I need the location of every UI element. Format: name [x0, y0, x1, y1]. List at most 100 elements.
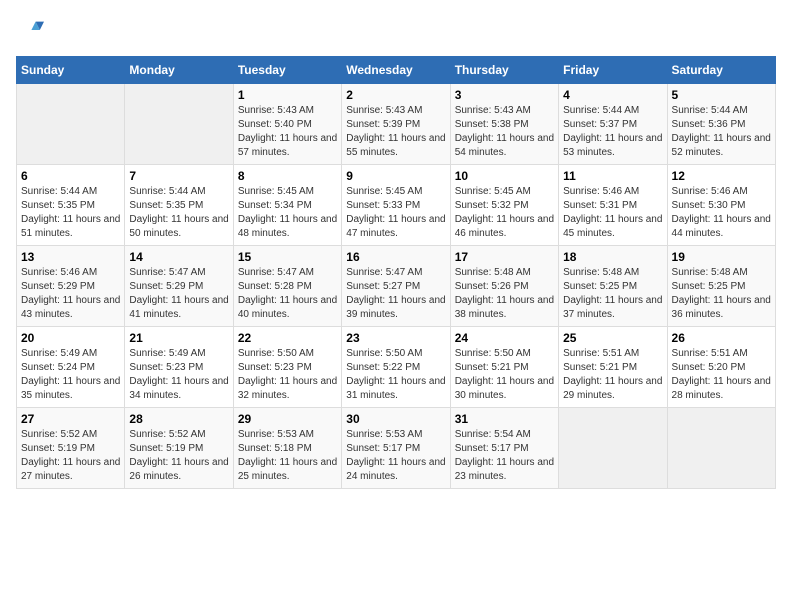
day-number: 14 [129, 250, 228, 264]
calendar-cell: 16 Sunrise: 5:47 AMSunset: 5:27 PMDayligh… [342, 246, 450, 327]
day-info: Sunrise: 5:48 AMSunset: 5:26 PMDaylight:… [455, 266, 554, 322]
day-info: Sunrise: 5:43 AMSunset: 5:39 PMDaylight:… [346, 104, 445, 160]
weekday-header-wednesday: Wednesday [342, 57, 450, 84]
day-number: 8 [238, 169, 337, 183]
calendar-cell: 24 Sunrise: 5:50 AMSunset: 5:21 PMDayligh… [450, 327, 558, 408]
day-number: 24 [455, 331, 554, 345]
day-number: 21 [129, 331, 228, 345]
day-number: 10 [455, 169, 554, 183]
day-info: Sunrise: 5:51 AMSunset: 5:20 PMDaylight:… [672, 347, 771, 403]
day-info: Sunrise: 5:48 AMSunset: 5:25 PMDaylight:… [563, 266, 662, 322]
day-info: Sunrise: 5:48 AMSunset: 5:25 PMDaylight:… [672, 266, 771, 322]
logo [16, 16, 48, 44]
calendar-cell: 4 Sunrise: 5:44 AMSunset: 5:37 PMDaylight… [559, 84, 667, 165]
day-info: Sunrise: 5:44 AMSunset: 5:37 PMDaylight:… [563, 104, 662, 160]
day-number: 12 [672, 169, 771, 183]
day-info: Sunrise: 5:45 AMSunset: 5:32 PMDaylight:… [455, 185, 554, 241]
day-number: 23 [346, 331, 445, 345]
day-info: Sunrise: 5:54 AMSunset: 5:17 PMDaylight:… [455, 428, 554, 484]
day-number: 18 [563, 250, 662, 264]
day-info: Sunrise: 5:45 AMSunset: 5:33 PMDaylight:… [346, 185, 445, 241]
day-number: 7 [129, 169, 228, 183]
calendar-cell: 26 Sunrise: 5:51 AMSunset: 5:20 PMDayligh… [667, 327, 775, 408]
calendar-cell: 14 Sunrise: 5:47 AMSunset: 5:29 PMDayligh… [125, 246, 233, 327]
calendar-cell: 13Sunrise: 5:46 AMSunset: 5:29 PMDayligh… [17, 246, 125, 327]
calendar-cell: 28Sunrise: 5:52 AMSunset: 5:19 PMDayligh… [125, 408, 233, 489]
day-number: 27 [21, 412, 120, 426]
day-info: Sunrise: 5:53 AMSunset: 5:17 PMDaylight:… [346, 428, 445, 484]
day-number: 3 [455, 88, 554, 102]
calendar-cell [125, 84, 233, 165]
day-number: 25 [563, 331, 662, 345]
calendar-cell: 21 Sunrise: 5:49 AMSunset: 5:23 PMDayligh… [125, 327, 233, 408]
calendar-week-row: 1 Sunrise: 5:43 AMSunset: 5:40 PMDaylight… [17, 84, 776, 165]
day-number: 15 [238, 250, 337, 264]
day-info: Sunrise: 5:46 AMSunset: 5:31 PMDaylight:… [563, 185, 662, 241]
weekday-header-sunday: Sunday [17, 57, 125, 84]
day-info: Sunrise: 5:49 AMSunset: 5:24 PMDaylight:… [21, 347, 120, 403]
calendar-cell: 20 Sunrise: 5:49 AMSunset: 5:24 PMDayligh… [17, 327, 125, 408]
calendar-cell: 12 Sunrise: 5:46 AMSunset: 5:30 PMDayligh… [667, 165, 775, 246]
day-number: 6 [21, 169, 120, 183]
day-info: Sunrise: 5:49 AMSunset: 5:23 PMDaylight:… [129, 347, 228, 403]
day-number: 17 [455, 250, 554, 264]
day-info: Sunrise: 5:47 AMSunset: 5:28 PMDaylight:… [238, 266, 337, 322]
day-info: Sunrise: 5:43 AMSunset: 5:38 PMDaylight:… [455, 104, 554, 160]
calendar-cell: 5 Sunrise: 5:44 AMSunset: 5:36 PMDaylight… [667, 84, 775, 165]
weekday-header-thursday: Thursday [450, 57, 558, 84]
page-header [16, 16, 776, 44]
day-info: Sunrise: 5:45 AMSunset: 5:34 PMDaylight:… [238, 185, 337, 241]
weekday-header-tuesday: Tuesday [233, 57, 341, 84]
calendar-header-row: SundayMondayTuesdayWednesdayThursdayFrid… [17, 57, 776, 84]
calendar-cell: 27 Sunrise: 5:52 AMSunset: 5:19 PMDayligh… [17, 408, 125, 489]
calendar-cell: 23Sunrise: 5:50 AMSunset: 5:22 PMDayligh… [342, 327, 450, 408]
day-number: 9 [346, 169, 445, 183]
calendar-week-row: 27 Sunrise: 5:52 AMSunset: 5:19 PMDayligh… [17, 408, 776, 489]
day-number: 4 [563, 88, 662, 102]
calendar-cell: 25 Sunrise: 5:51 AMSunset: 5:21 PMDayligh… [559, 327, 667, 408]
day-number: 20 [21, 331, 120, 345]
day-number: 19 [672, 250, 771, 264]
logo-icon [16, 16, 44, 44]
calendar-cell [559, 408, 667, 489]
day-info: Sunrise: 5:50 AMSunset: 5:23 PMDaylight:… [238, 347, 337, 403]
day-number: 1 [238, 88, 337, 102]
calendar-cell: 18 Sunrise: 5:48 AMSunset: 5:25 PMDayligh… [559, 246, 667, 327]
calendar-cell: 31 Sunrise: 5:54 AMSunset: 5:17 PMDayligh… [450, 408, 558, 489]
day-info: Sunrise: 5:47 AMSunset: 5:27 PMDaylight:… [346, 266, 445, 322]
day-number: 28 [129, 412, 228, 426]
day-info: Sunrise: 5:51 AMSunset: 5:21 PMDaylight:… [563, 347, 662, 403]
calendar-cell: 30Sunrise: 5:53 AMSunset: 5:17 PMDayligh… [342, 408, 450, 489]
day-number: 16 [346, 250, 445, 264]
day-number: 29 [238, 412, 337, 426]
day-info: Sunrise: 5:43 AMSunset: 5:40 PMDaylight:… [238, 104, 337, 160]
calendar-week-row: 20 Sunrise: 5:49 AMSunset: 5:24 PMDayligh… [17, 327, 776, 408]
calendar-week-row: 13Sunrise: 5:46 AMSunset: 5:29 PMDayligh… [17, 246, 776, 327]
calendar-cell: 10 Sunrise: 5:45 AMSunset: 5:32 PMDayligh… [450, 165, 558, 246]
weekday-header-saturday: Saturday [667, 57, 775, 84]
day-number: 22 [238, 331, 337, 345]
calendar-table: SundayMondayTuesdayWednesdayThursdayFrid… [16, 56, 776, 489]
day-info: Sunrise: 5:52 AMSunset: 5:19 PMDaylight:… [21, 428, 120, 484]
day-number: 31 [455, 412, 554, 426]
day-info: Sunrise: 5:46 AMSunset: 5:29 PMDaylight:… [21, 266, 120, 322]
calendar-week-row: 6 Sunrise: 5:44 AMSunset: 5:35 PMDaylight… [17, 165, 776, 246]
day-info: Sunrise: 5:44 AMSunset: 5:36 PMDaylight:… [672, 104, 771, 160]
day-number: 26 [672, 331, 771, 345]
day-info: Sunrise: 5:50 AMSunset: 5:21 PMDaylight:… [455, 347, 554, 403]
weekday-header-friday: Friday [559, 57, 667, 84]
calendar-cell [17, 84, 125, 165]
day-number: 5 [672, 88, 771, 102]
day-info: Sunrise: 5:53 AMSunset: 5:18 PMDaylight:… [238, 428, 337, 484]
calendar-cell: 3 Sunrise: 5:43 AMSunset: 5:38 PMDaylight… [450, 84, 558, 165]
calendar-cell: 19 Sunrise: 5:48 AMSunset: 5:25 PMDayligh… [667, 246, 775, 327]
calendar-cell: 1 Sunrise: 5:43 AMSunset: 5:40 PMDaylight… [233, 84, 341, 165]
calendar-cell: 9 Sunrise: 5:45 AMSunset: 5:33 PMDaylight… [342, 165, 450, 246]
calendar-cell: 2 Sunrise: 5:43 AMSunset: 5:39 PMDaylight… [342, 84, 450, 165]
day-info: Sunrise: 5:44 AMSunset: 5:35 PMDaylight:… [129, 185, 228, 241]
calendar-cell: 17 Sunrise: 5:48 AMSunset: 5:26 PMDayligh… [450, 246, 558, 327]
day-info: Sunrise: 5:47 AMSunset: 5:29 PMDaylight:… [129, 266, 228, 322]
day-number: 2 [346, 88, 445, 102]
day-info: Sunrise: 5:46 AMSunset: 5:30 PMDaylight:… [672, 185, 771, 241]
day-number: 11 [563, 169, 662, 183]
